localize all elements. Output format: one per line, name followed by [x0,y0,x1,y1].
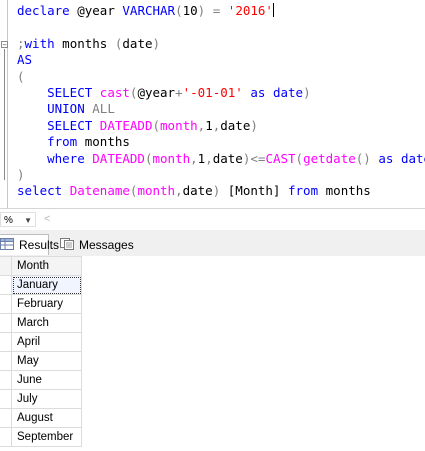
code-line-7: UNION ALL [47,101,115,117]
table-row: April [0,332,82,352]
table-row: June [0,370,82,390]
table-row: July [0,389,82,409]
tab-messages-label: Messages [79,238,134,252]
collapse-region-icon[interactable]: − [1,41,8,49]
row-header[interactable] [0,313,12,333]
result-cell[interactable]: February [11,294,82,314]
table-row: March [0,313,82,333]
result-cell[interactable]: August [11,408,82,428]
text-caret [272,3,274,17]
result-cell[interactable]: May [11,351,82,371]
results-tab-strip: Results Messages [0,230,425,257]
code-line-1: declare @year VARCHAR(10) = '2016' [17,3,274,18]
row-header[interactable] [0,408,12,428]
code-line-5: ( [17,68,25,84]
results-grid[interactable]: Month January February March April May J… [0,256,425,451]
tab-messages[interactable]: Messages [56,234,134,255]
table-row: February [0,294,82,314]
row-header[interactable] [0,294,12,314]
tab-results-label: Results [19,238,60,252]
code-line-10: where DATEADD(month,1,date)<=CAST(getdat… [47,150,425,166]
row-header[interactable] [0,275,12,295]
row-header[interactable] [0,427,12,447]
fold-guide-line [4,49,5,180]
column-header-row: Month [0,256,82,276]
code-line-12: select Datename(month,date) [Month] from… [17,183,371,199]
result-cell[interactable]: September [11,427,82,447]
tab-results[interactable]: Results [0,234,59,255]
code-line-8: SELECT DATEADD(month,1,date) [47,117,258,133]
table-row: August [0,408,82,428]
result-cell[interactable]: April [11,332,82,352]
result-cell[interactable]: June [11,370,82,390]
code-line-3: ;with months (date) [17,35,161,51]
row-header[interactable] [0,351,12,371]
results-table: Month January February March April May J… [0,256,82,447]
code-line-11: ) [17,167,25,183]
grid-icon [0,238,14,250]
code-line-4: AS [17,52,33,68]
row-header[interactable] [0,370,12,390]
code-line-9: from months [47,134,130,150]
query-editor[interactable]: − declare @year VARCHAR(10) = '2016' ;wi… [0,0,425,208]
result-cell[interactable]: January [11,275,82,295]
code-line-6: SELECT cast(@year+'-01-01' as date) [47,85,311,101]
scroll-left-arrow-icon[interactable]: < [44,213,50,225]
result-cell[interactable]: March [11,313,82,333]
row-header[interactable] [0,332,12,352]
table-row: May [0,351,82,371]
result-cell[interactable]: July [11,389,82,409]
zoom-value: % [4,215,13,226]
corner-cell[interactable] [0,256,12,276]
messages-icon [60,238,74,250]
editor-status-bar: % ▼ < [0,208,425,231]
row-header[interactable] [0,389,12,409]
column-header-month[interactable]: Month [11,256,82,276]
table-row: September [0,427,82,447]
chevron-down-icon: ▼ [24,216,32,225]
table-row: January [0,275,82,295]
zoom-dropdown[interactable]: % ▼ [0,212,36,227]
sql-code[interactable]: declare @year VARCHAR(10) = '2016' ;with… [17,3,425,200]
